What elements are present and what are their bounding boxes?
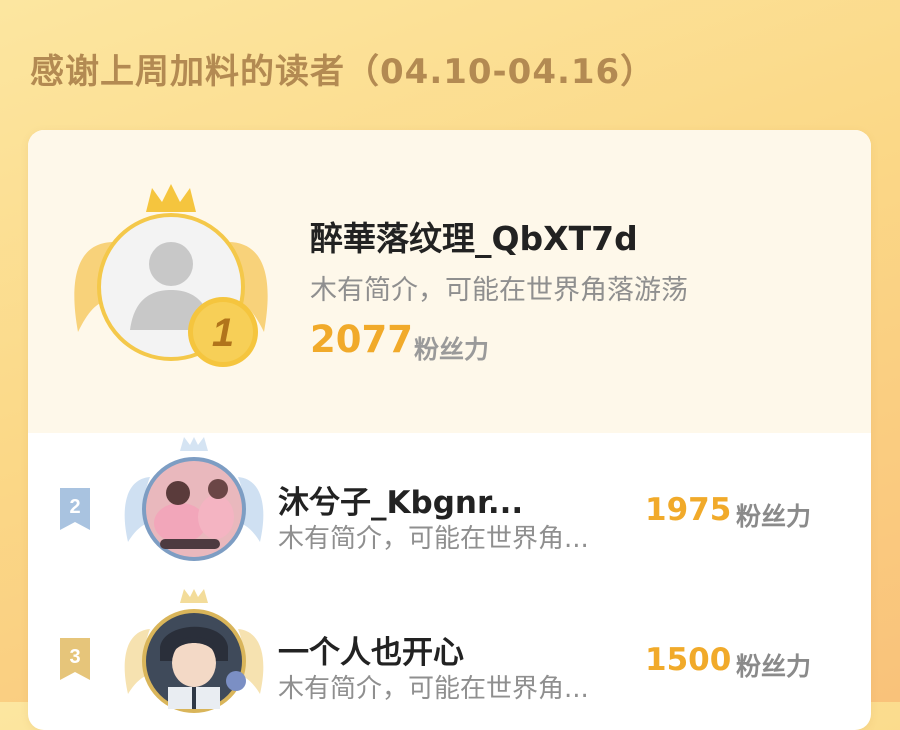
svg-text:3: 3: [69, 646, 80, 668]
crown-icon: [146, 184, 196, 212]
rank-3-avatar[interactable]: [120, 589, 268, 721]
rank-3-ribbon-icon: 3: [60, 638, 90, 680]
rank-3-name: 一个人也开心: [278, 635, 464, 671]
rank-1-score: 2077: [310, 318, 413, 361]
rank-2-avatar[interactable]: [120, 437, 268, 569]
rank-1-item[interactable]: 1 醉華落纹理_QbXT7d 木有简介，可能在世界角落游荡 2077 粉丝力: [28, 130, 871, 433]
rank-2-score: 1975: [645, 492, 732, 528]
rank-3-bio: 木有简介，可能在世界角...: [278, 674, 589, 704]
rank-1-name: 醉華落纹理_QbXT7d: [310, 219, 638, 258]
rank-3-score: 1500: [645, 642, 732, 678]
rank-2-bio: 木有简介，可能在世界角...: [278, 524, 589, 554]
rank-3-item[interactable]: 3 一个人也开心 木有简介，可能在世界角... 1500 粉丝力: [28, 583, 871, 730]
ranking-card: 1 醉華落纹理_QbXT7d 木有简介，可能在世界角落游荡 2077 粉丝力 2: [28, 130, 871, 730]
page-title: 感谢上周加料的读者（04.10-04.16）: [30, 52, 656, 92]
rank-2-name: 沐兮子_Kbgnr...: [278, 485, 524, 521]
rank-1-medal-icon: 1: [188, 297, 258, 367]
svg-text:1: 1: [212, 311, 234, 355]
rank-2-item[interactable]: 2 沐兮子_Kbgnr... 木有简介，可能在世界角... 1975 粉丝力: [28, 433, 871, 583]
svg-text:2: 2: [69, 496, 80, 518]
crown-icon: [180, 437, 208, 451]
rank-1-avatar-badge[interactable]: 1: [68, 182, 274, 372]
crown-icon: [180, 589, 208, 603]
rank-3-score-unit: 粉丝力: [736, 652, 812, 681]
rank-1-bio: 木有简介，可能在世界角落游荡: [310, 275, 688, 306]
rank-2-score-unit: 粉丝力: [736, 502, 812, 531]
rank-1-score-unit: 粉丝力: [414, 335, 490, 364]
rank-2-ribbon-icon: 2: [60, 488, 90, 530]
